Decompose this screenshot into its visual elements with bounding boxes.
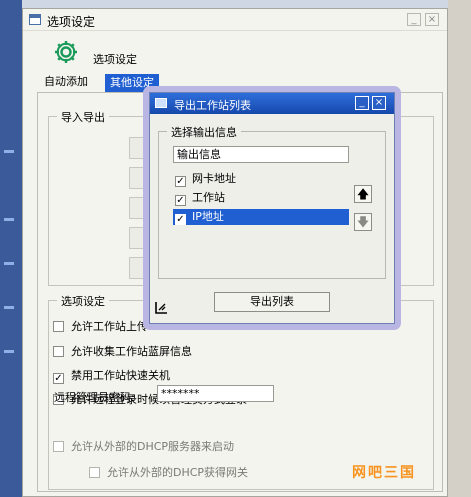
options-group-title: 选项设定 bbox=[57, 293, 109, 309]
background-tick bbox=[4, 262, 14, 265]
window-titlebar[interactable]: 选项设定 _ × bbox=[23, 9, 447, 31]
window-icon bbox=[29, 14, 41, 25]
import-export-title: 导入导出 bbox=[57, 109, 109, 125]
list-item-workstation[interactable]: ✓ 工作站 bbox=[173, 190, 349, 206]
gear-icon bbox=[55, 41, 77, 63]
checkbox-checked[interactable]: ✓ bbox=[175, 214, 186, 225]
option-external-dhcp-gateway[interactable]: 允许从外部的DHCP获得网关 bbox=[89, 465, 248, 481]
background-right-strip bbox=[448, 0, 471, 497]
option-disable-fast-shutdown[interactable]: ✓ 禁用工作站快速关机 bbox=[53, 368, 170, 384]
output-list-header: 输出信息 bbox=[173, 146, 349, 163]
export-dialog: 导出工作站列表 _ × 选择输出信息 输出信息 ✓ 网卡地址 ✓ 工作站 ✓ IP地址… bbox=[149, 92, 395, 324]
dialog-window-icon bbox=[155, 98, 167, 108]
window-title: 选项设定 bbox=[47, 15, 96, 29]
list-item-mac-address[interactable]: ✓ 网卡地址 bbox=[173, 171, 349, 187]
move-down-button[interactable]: 🡇 bbox=[354, 213, 372, 231]
resize-grip-icon[interactable] bbox=[153, 300, 169, 316]
option-collect-bluescreen[interactable]: 允许收集工作站蓝屏信息 bbox=[53, 344, 192, 360]
password-label: 远程管理员密码: bbox=[54, 391, 135, 404]
watermark-logo: 网吧三国 bbox=[352, 465, 416, 481]
background-left-strip bbox=[0, 0, 22, 497]
select-output-title: 选择输出信息 bbox=[167, 124, 241, 140]
password-field[interactable]: ******* bbox=[157, 385, 274, 402]
list-item-ip-address[interactable]: ✓ IP地址 bbox=[173, 209, 349, 225]
arrow-up-icon: 🡅 bbox=[356, 187, 370, 201]
checkbox-checked[interactable]: ✓ bbox=[53, 373, 64, 384]
background-tick bbox=[4, 150, 14, 153]
background-tick bbox=[4, 350, 14, 353]
arrow-down-icon: 🡇 bbox=[356, 215, 370, 229]
close-button[interactable]: × bbox=[425, 13, 439, 26]
checkbox[interactable] bbox=[53, 346, 64, 357]
checkbox-checked[interactable]: ✓ bbox=[175, 195, 186, 206]
checkbox[interactable] bbox=[53, 321, 64, 332]
checkbox[interactable] bbox=[53, 441, 64, 452]
header-label: 选项设定 bbox=[93, 53, 137, 66]
select-output-group: 选择输出信息 输出信息 ✓ 网卡地址 ✓ 工作站 ✓ IP地址 bbox=[158, 124, 386, 279]
export-list-button[interactable]: 导出列表 bbox=[214, 292, 330, 312]
checkbox[interactable] bbox=[89, 467, 100, 478]
dialog-minimize-button[interactable]: _ bbox=[355, 96, 369, 110]
dialog-title: 导出工作站列表 bbox=[174, 99, 251, 112]
background-tick bbox=[4, 218, 14, 221]
background-tick bbox=[4, 306, 14, 309]
minimize-button[interactable]: _ bbox=[407, 13, 421, 26]
checkbox-checked[interactable]: ✓ bbox=[175, 176, 186, 187]
dialog-close-button[interactable]: × bbox=[372, 96, 386, 110]
dialog-titlebar[interactable]: 导出工作站列表 _ × bbox=[150, 93, 394, 114]
tab-auto-add[interactable]: 自动添加 bbox=[41, 74, 91, 90]
option-allow-upload[interactable]: 允许工作站上传 bbox=[53, 319, 148, 335]
move-up-button[interactable]: 🡅 bbox=[354, 185, 372, 203]
output-list: 输出信息 ✓ 网卡地址 ✓ 工作站 ✓ IP地址 bbox=[173, 146, 349, 272]
option-external-dhcp-boot[interactable]: 允许从外部的DHCP服务器来启动 bbox=[53, 439, 234, 455]
